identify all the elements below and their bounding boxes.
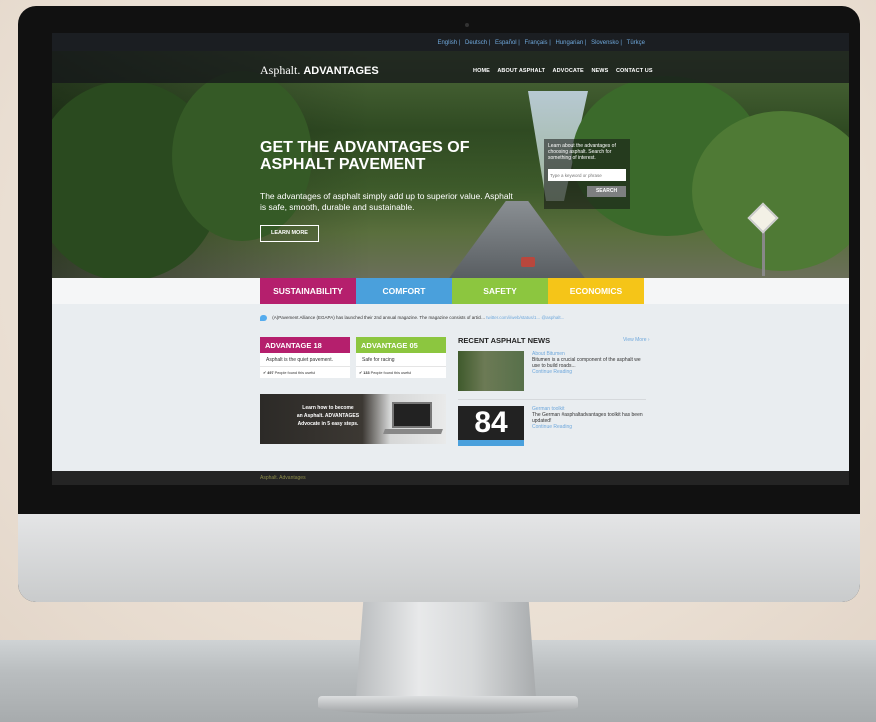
advantage-title: ADVANTAGE 05 xyxy=(356,337,446,353)
lang-link[interactable]: Hungarian xyxy=(555,40,583,46)
logo-light-text: Asphalt. xyxy=(260,63,301,77)
main-nav: HOME ABOUT ASPHALT ADVOCATE NEWS CONTACT… xyxy=(473,68,659,74)
laptop-image xyxy=(392,402,432,428)
tab-sustainability[interactable]: SUSTAINABILITY xyxy=(260,278,356,304)
advocate-text: Learn how to become an Asphalt. ADVANTAG… xyxy=(278,404,378,428)
thumbnail-number: 84 xyxy=(458,406,524,440)
advantage-text: Safe for racing xyxy=(356,353,446,367)
news-item[interactable]: About Bitumen Bitumen is a crucial compo… xyxy=(458,351,646,393)
language-bar: English | Deutsch | Español | Français |… xyxy=(52,33,849,51)
car-image xyxy=(521,257,535,267)
advocate-line: Learn how to become xyxy=(302,405,354,411)
news-divider xyxy=(458,399,646,400)
advocate-line: Advocate in 5 easy steps. xyxy=(297,421,359,427)
lang-link[interactable]: Español xyxy=(495,40,517,46)
tab-safety[interactable]: SAFETY xyxy=(452,278,548,304)
nav-item-contact[interactable]: CONTACT US xyxy=(616,68,653,74)
advantage-count: ✔ 133 People found this useful xyxy=(356,367,446,378)
hero-title: GET THE ADVANTAGES OF ASPHALT PAVEMENT xyxy=(260,139,470,173)
tweet-ticker: (A)Pavement Alliance (EGAPA) has launche… xyxy=(260,315,655,321)
count-number: 497 xyxy=(267,371,274,375)
nav-item-home[interactable]: HOME xyxy=(473,68,490,74)
twitter-icon xyxy=(260,315,267,321)
nav-item-about[interactable]: ABOUT ASPHALT xyxy=(497,68,545,74)
tab-comfort[interactable]: COMFORT xyxy=(356,278,452,304)
news-thumbnail xyxy=(458,351,524,391)
search-button[interactable]: SEARCH xyxy=(587,185,626,197)
advantage-card[interactable]: ADVANTAGE 18 Asphalt is the quiet paveme… xyxy=(260,337,350,378)
continue-reading-link[interactable]: Continue Reading xyxy=(532,424,644,430)
view-more-link[interactable]: View More › xyxy=(623,337,650,343)
hero-subtitle: The advantages of asphalt simply add up … xyxy=(260,191,513,212)
news-body: The German #asphaltadvantages toolkit ha… xyxy=(532,412,643,424)
lang-link[interactable]: English xyxy=(437,40,457,46)
lang-link[interactable]: Türkçe xyxy=(627,40,645,46)
website-screen: English | Deutsch | Español | Français |… xyxy=(52,33,849,485)
laptop-base-image xyxy=(383,429,443,434)
tweet-handle[interactable]: @asphalt... xyxy=(542,315,565,320)
advocate-banner[interactable]: Learn how to become an Asphalt. ADVANTAG… xyxy=(260,394,446,444)
advantage-card[interactable]: ADVANTAGE 05 Safe for racing ✔ 133 Peopl… xyxy=(356,337,446,378)
count-label: People found this useful xyxy=(274,371,316,375)
news-body: Bitumen is a crucial component of the as… xyxy=(532,357,641,369)
tab-economics[interactable]: ECONOMICS xyxy=(548,278,644,304)
advantage-count: ✔ 497 People found this useful xyxy=(260,367,350,378)
monitor-stand-base xyxy=(318,696,578,714)
learn-more-button[interactable]: LEARN MORE xyxy=(260,225,319,242)
chevron-right-icon: › xyxy=(647,337,650,343)
search-input[interactable] xyxy=(548,169,626,181)
check-icon: ✔ xyxy=(263,371,267,375)
news-item[interactable]: 84 German toolkit The German #asphaltadv… xyxy=(458,406,646,448)
view-more-label: View More xyxy=(623,337,647,343)
monitor-chin xyxy=(18,514,860,602)
lang-link[interactable]: Deutsch xyxy=(465,40,487,46)
nav-item-news[interactable]: NEWS xyxy=(591,68,608,74)
camera-dot xyxy=(465,23,469,27)
category-tabs: SUSTAINABILITY COMFORT SAFETY ECONOMICS xyxy=(260,278,644,304)
nav-item-advocate[interactable]: ADVOCATE xyxy=(553,68,584,74)
news-section-title: RECENT ASPHALT NEWS xyxy=(458,336,551,345)
continue-reading-link[interactable]: Continue Reading xyxy=(532,369,644,375)
lang-link[interactable]: Français xyxy=(525,40,548,46)
tweet-text: (A)Pavement Alliance (EGAPA) has launche… xyxy=(272,315,485,321)
check-icon: ✔ xyxy=(359,371,363,375)
site-logo[interactable]: Asphalt. ADVANTAGES xyxy=(260,63,379,78)
logo-bold-text: ADVANTAGES xyxy=(303,65,379,77)
news-thumbnail: 84 xyxy=(458,406,524,446)
footer-strip: Asphalt. Advantages xyxy=(52,471,849,485)
advocate-line: an Asphalt. ADVANTAGES xyxy=(296,413,360,419)
search-intro-text: Learn about the advantages of choosing a… xyxy=(548,143,616,161)
search-panel: Learn about the advantages of choosing a… xyxy=(544,139,630,209)
footer-text: Asphalt. Advantages xyxy=(260,475,306,481)
news-text: About Bitumen Bitumen is a crucial compo… xyxy=(532,351,644,375)
road-image xyxy=(447,201,587,281)
advantage-text: Asphalt is the quiet pavement. xyxy=(260,353,350,367)
count-label: People found this useful xyxy=(370,371,412,375)
top-navigation: Asphalt. ADVANTAGES HOME ABOUT ASPHALT A… xyxy=(52,51,849,83)
count-number: 133 xyxy=(363,371,370,375)
hero-banner: GET THE ADVANTAGES OF ASPHALT PAVEMENT T… xyxy=(52,51,849,293)
tweet-link[interactable]: twitter.com/i/web/status/1... xyxy=(486,315,540,320)
lang-link[interactable]: Slovensko xyxy=(591,40,619,46)
news-text: German toolkit The German #asphaltadvant… xyxy=(532,406,644,430)
monitor-stand xyxy=(356,602,536,698)
advantage-title: ADVANTAGE 18 xyxy=(260,337,350,353)
